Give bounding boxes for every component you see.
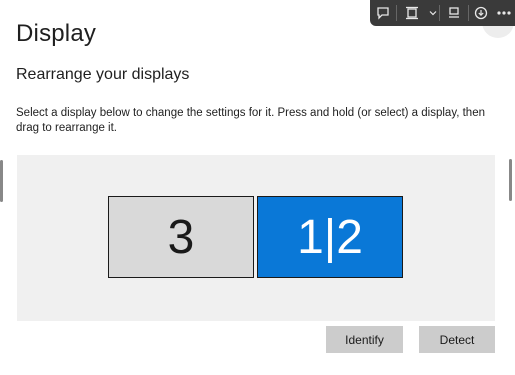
display-3-label: 3 [167, 210, 195, 264]
instructions-text: Select a display below to change the set… [16, 107, 485, 134]
page-title: Display [16, 20, 97, 47]
fit-page-button[interactable] [397, 0, 427, 26]
fit-page-icon [406, 6, 418, 20]
display-1-2-tile[interactable]: 1|2 [257, 196, 403, 278]
view-button[interactable] [440, 0, 468, 26]
more-button[interactable] [493, 0, 515, 26]
display-1-2-label: 1|2 [297, 210, 363, 264]
display-3-tile[interactable]: 3 [108, 196, 254, 278]
more-icon [497, 11, 511, 15]
fit-page-dropdown[interactable] [427, 0, 439, 26]
comment-icon [377, 7, 389, 20]
view-icon [449, 7, 459, 18]
display-arrangement-area: 3 1|2 [17, 155, 495, 321]
detect-button[interactable]: Detect [419, 326, 495, 353]
scroll-indicator-right[interactable] [509, 159, 512, 201]
overlay-toolbar [370, 0, 515, 26]
chevron-down-icon [429, 11, 437, 16]
download-button[interactable] [469, 0, 493, 26]
download-icon [474, 6, 488, 20]
section-title: Rearrange your displays [16, 66, 190, 83]
identify-button[interactable]: Identify [326, 326, 403, 353]
scroll-indicator-left[interactable] [0, 160, 3, 202]
comment-button[interactable] [370, 0, 396, 26]
